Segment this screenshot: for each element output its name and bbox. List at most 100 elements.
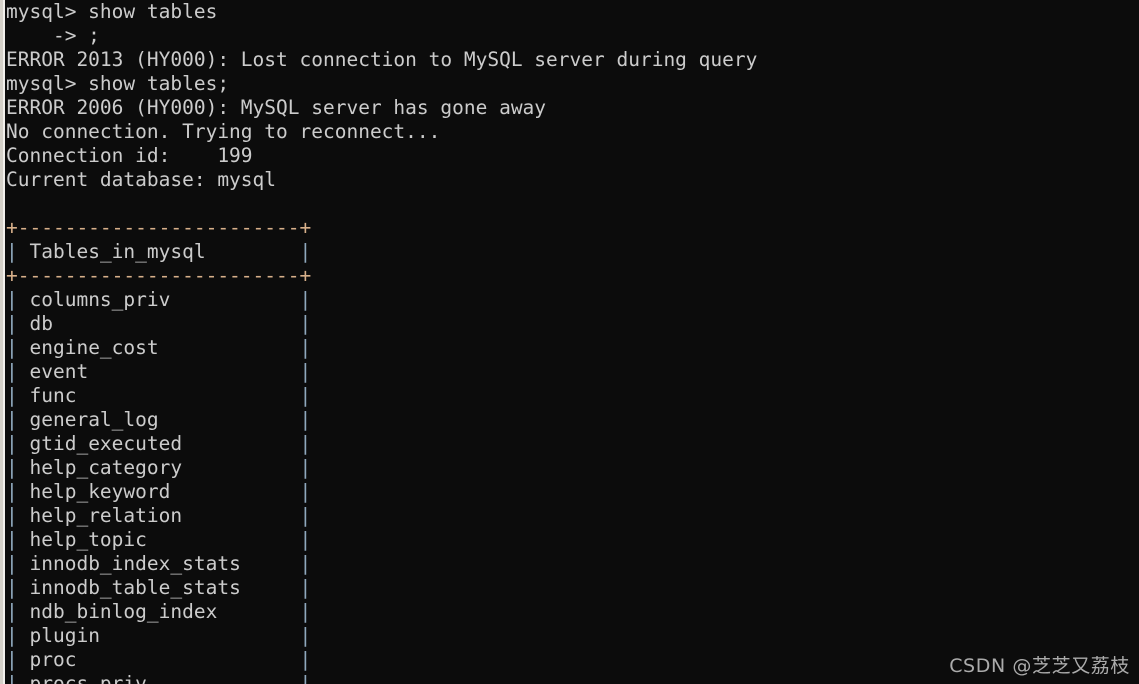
table-cell-padding (182, 504, 299, 527)
terminal-line-current-database: Current database: mysql (6, 168, 277, 191)
terminal-window: mysql> show tables -> ; ERROR 2013 (HY00… (0, 0, 1139, 684)
table-cell-value: gtid_executed (17, 432, 183, 455)
result-table-body: | columns_priv | | db | | engine_cost | | e… (5, 288, 1139, 684)
table-row: | engine_cost | (5, 336, 1139, 360)
table-pipe-right: | (299, 288, 312, 311)
table-row: | help_keyword | (5, 480, 1139, 504)
table-pipe-right: | (299, 672, 312, 684)
table-cell-value: help_relation (17, 504, 183, 527)
table-cell-padding (170, 480, 299, 503)
table-cell-value: db (17, 312, 53, 335)
table-row: | db | (5, 312, 1139, 336)
result-table-header-cell (18, 240, 30, 263)
terminal-line-command-2: mysql> show tables; (6, 72, 230, 95)
table-row: | columns_priv | (5, 288, 1139, 312)
table-cell-padding (182, 456, 299, 479)
table-cell-value: event (17, 360, 89, 383)
table-row: | help_topic | (5, 528, 1139, 552)
table-pipe-left: | (6, 600, 18, 623)
table-row: | func | (5, 384, 1139, 408)
table-pipe-left: | (6, 576, 18, 599)
table-cell-value: help_topic (17, 528, 147, 551)
result-table-header-label: Tables_in_mysql (29, 240, 206, 263)
table-cell-padding (147, 528, 300, 551)
table-row: | help_relation | (5, 504, 1139, 528)
table-cell-value: ndb_binlog_index (17, 600, 218, 623)
table-cell-padding (159, 408, 300, 431)
table-cell-padding (217, 600, 299, 623)
table-pipe-left: | (6, 360, 18, 383)
table-cell-value: plugin (17, 624, 100, 647)
table-pipe-right: | (299, 480, 312, 503)
table-cell-value: general_log (17, 408, 159, 431)
table-cell-padding (159, 336, 300, 359)
table-cell-padding (241, 576, 300, 599)
table-cell-value: proc (17, 648, 77, 671)
table-pipe-left: | (6, 408, 18, 431)
table-row: | plugin | (5, 624, 1139, 648)
table-pipe-right: | (299, 384, 312, 407)
table-pipe-left: | (6, 624, 18, 647)
table-row: | general_log | (5, 408, 1139, 432)
table-cell-value: innodb_index_stats (17, 552, 241, 575)
result-table-rule-mid: +------------------------+ (6, 264, 312, 287)
table-pipe-right: | (299, 552, 312, 575)
header-cell-padding (206, 240, 300, 263)
table-pipe-left: | (6, 312, 18, 335)
table-cell-padding (170, 288, 299, 311)
table-pipe-right: | (299, 336, 312, 359)
table-pipe-right: | (299, 312, 312, 335)
table-pipe-right: | (299, 600, 312, 623)
table-cell-padding (100, 624, 300, 647)
table-cell-value: help_keyword (17, 480, 171, 503)
terminal-line-connection-id: Connection id: 199 (6, 144, 253, 167)
table-pipe-left: | (6, 240, 18, 263)
table-pipe-left: | (6, 504, 18, 527)
table-row: | help_category | (5, 456, 1139, 480)
terminal-line-continuation: -> ; (6, 24, 100, 47)
table-cell-value: innodb_table_stats (17, 576, 241, 599)
table-pipe-left: | (6, 456, 18, 479)
table-pipe-left: | (6, 480, 18, 503)
table-cell-padding (53, 312, 300, 335)
table-pipe-right: | (299, 504, 312, 527)
table-cell-padding (76, 384, 299, 407)
table-cell-padding (88, 360, 299, 383)
table-row: | innodb_index_stats | (5, 552, 1139, 576)
result-table-header-row: | Tables_in_mysql | (5, 240, 1139, 264)
table-pipe-left: | (6, 528, 18, 551)
result-table-rule-top: +------------------------+ (6, 216, 312, 239)
table-cell-value: procs_priv (17, 672, 147, 684)
table-pipe-left: | (6, 432, 18, 455)
table-pipe-left: | (6, 288, 18, 311)
table-cell-value: columns_priv (17, 288, 171, 311)
table-pipe-right: | (299, 528, 312, 551)
table-cell-padding (147, 672, 300, 684)
terminal-line-error-2006: ERROR 2006 (HY000): MySQL server has gon… (6, 96, 547, 119)
table-pipe-left: | (6, 552, 18, 575)
terminal-line-reconnect: No connection. Trying to reconnect... (6, 120, 441, 143)
table-pipe-left: | (6, 648, 18, 671)
table-pipe-right: | (299, 360, 312, 383)
table-pipe-right: | (299, 624, 312, 647)
table-pipe-right: | (299, 576, 312, 599)
table-cell-padding (182, 432, 299, 455)
table-pipe-right: | (299, 432, 312, 455)
terminal-line-command-1: mysql> show tables (6, 0, 218, 23)
table-row: | innodb_table_stats | (5, 576, 1139, 600)
table-cell-value: help_category (17, 456, 183, 479)
table-pipe-left: | (6, 336, 18, 359)
table-row: | event | (5, 360, 1139, 384)
table-row: | ndb_binlog_index | (5, 600, 1139, 624)
table-cell-padding (76, 648, 299, 671)
table-cell-value: func (17, 384, 77, 407)
table-pipe-right: | (299, 648, 312, 671)
terminal-line-error-2013: ERROR 2013 (HY000): Lost connection to M… (6, 48, 758, 71)
table-pipe-right: | (299, 408, 312, 431)
terminal-console[interactable]: mysql> show tables -> ; ERROR 2013 (HY00… (5, 0, 1139, 684)
window-left-edge-highlight (3, 0, 5, 684)
table-cell-padding (241, 552, 300, 575)
csdn-watermark: CSDN @芝芝又荔枝 (949, 655, 1130, 677)
table-pipe-left: | (6, 672, 18, 684)
